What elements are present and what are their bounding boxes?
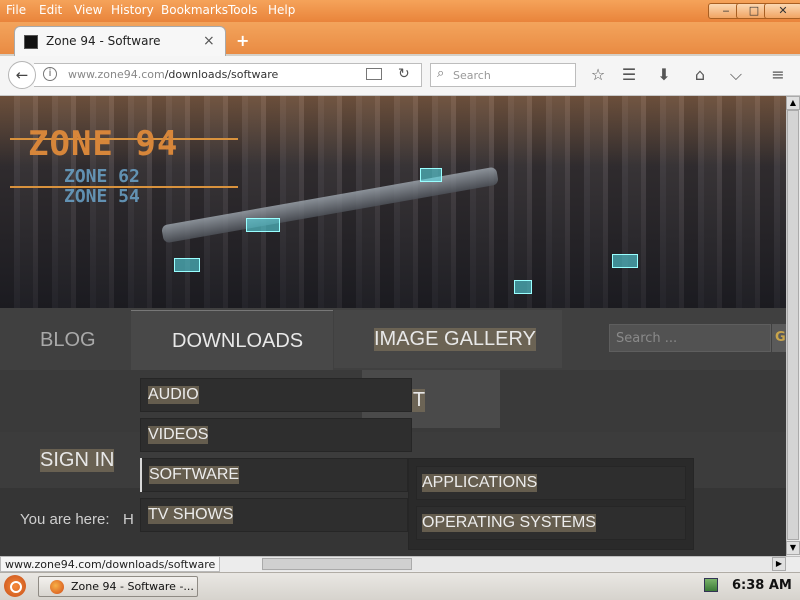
ubuntu-start-icon[interactable] (4, 575, 26, 597)
search-placeholder: Search (453, 69, 491, 82)
scroll-down-arrow[interactable]: ▼ (786, 541, 800, 555)
site-logo[interactable]: ZONE 94 (28, 124, 178, 164)
scroll-right-arrow[interactable]: ▶ (772, 557, 786, 571)
network-tray-icon[interactable] (704, 578, 718, 592)
nav-sign-in[interactable]: SIGN IN (40, 449, 115, 472)
back-icon: ← (15, 66, 29, 84)
firefox-icon (50, 580, 64, 594)
dropdown-label-tv-shows: TV SHOWS (148, 506, 234, 524)
site-search-button[interactable]: G (772, 324, 786, 352)
reading-list-icon[interactable]: ☰ (619, 65, 639, 84)
menu-help[interactable]: Help (268, 3, 295, 17)
horizontal-scroll-thumb[interactable] (262, 558, 412, 570)
tab-title: Zone 94 - Software (46, 34, 161, 48)
clock[interactable]: 6:38 AM (732, 578, 792, 593)
breadcrumb-label: You are here: (20, 511, 110, 528)
back-button[interactable]: ← (8, 61, 36, 89)
hamburger-menu-icon[interactable]: ≡ (768, 65, 788, 84)
menu-history[interactable]: History (111, 3, 154, 17)
vertical-scroll-thumb[interactable] (787, 110, 799, 540)
menu-file[interactable]: File (6, 3, 26, 17)
dropdown-active-indicator (140, 458, 142, 492)
breadcrumb-home[interactable]: H (123, 511, 134, 528)
menu-view[interactable]: View (74, 3, 102, 17)
reader-view-icon[interactable] (366, 68, 382, 80)
taskbar-window-label: Zone 94 - Software -... (71, 580, 194, 593)
bookmark-star-icon[interactable]: ☆ (588, 65, 608, 84)
nav-downloads[interactable]: DOWNLOADS (172, 330, 303, 353)
site-search-placeholder: Search ... (616, 331, 678, 346)
url-path: /downloads/software (164, 68, 279, 81)
logo-subtitle: ZONE 54 (64, 186, 140, 207)
favicon-icon (24, 35, 38, 49)
nav-image-gallery[interactable]: IMAGE GALLERY (374, 328, 536, 351)
holo-sign (612, 254, 638, 268)
tab-close-icon[interactable]: × (203, 33, 215, 49)
download-icon[interactable]: ⬇ (654, 65, 674, 84)
close-window-button[interactable]: ✕ (764, 3, 800, 19)
info-icon[interactable]: i (43, 67, 57, 81)
holo-sign (514, 280, 532, 294)
search-input[interactable] (430, 63, 576, 87)
close-icon: ✕ (778, 4, 788, 17)
maximize-icon: □ (748, 4, 760, 17)
status-link-url: www.zone94.com/downloads/software (0, 556, 221, 572)
menu-edit[interactable]: Edit (39, 3, 62, 17)
reload-icon[interactable]: ↻ (398, 66, 410, 82)
minimize-icon: ‒ (722, 4, 730, 17)
pocket-icon[interactable]: ⌵ (726, 65, 746, 85)
holo-sign (246, 218, 280, 232)
dropdown-label-software: SOFTWARE (149, 466, 240, 484)
submenu-label-applications: APPLICATIONS (422, 474, 538, 492)
new-tab-button[interactable]: + (236, 31, 249, 50)
search-icon: ⌕ (437, 66, 445, 81)
home-icon[interactable]: ⌂ (690, 65, 710, 84)
menu-bar: File Edit View History Bookmarks Tools H… (0, 0, 800, 22)
url-text[interactable]: www.zone94.com/downloads/software (68, 68, 278, 81)
holo-sign (174, 258, 200, 272)
url-host: www.zone94.com (68, 68, 165, 81)
dropdown-label-audio: AUDIO (148, 386, 199, 404)
menu-tools[interactable]: Tools (228, 3, 258, 17)
holo-sign (420, 168, 442, 182)
nav-blog[interactable]: BLOG (40, 329, 96, 352)
menu-bookmarks[interactable]: Bookmarks (161, 3, 228, 17)
submenu-label-operating-systems: OPERATING SYSTEMS (422, 514, 596, 532)
logo-subtitle: ZONE 62 (64, 166, 140, 187)
scroll-up-arrow[interactable]: ▲ (786, 96, 800, 110)
dropdown-label-videos: VIDEOS (148, 426, 209, 444)
